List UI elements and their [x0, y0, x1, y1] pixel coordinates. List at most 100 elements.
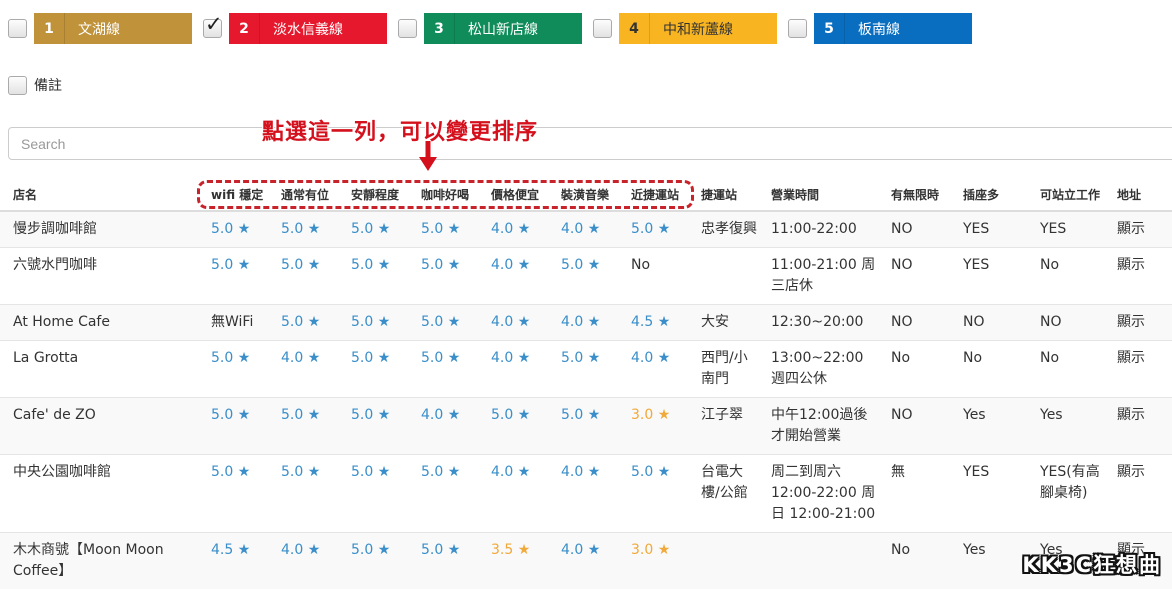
cell-tasty: 5.0 ★	[408, 248, 478, 305]
line-3-name: 松山新店線	[455, 19, 538, 39]
note-checkbox[interactable]	[8, 76, 27, 95]
line-3-number: 3	[424, 13, 455, 44]
cell-socket: YES	[950, 248, 1027, 305]
cell-music: 4.0 ★	[548, 211, 618, 248]
line-5-number: 5	[814, 13, 845, 44]
cell-name: 慢步調咖啡館	[0, 211, 198, 248]
cell-music: 4.0 ★	[548, 305, 618, 341]
cell-socket: No	[950, 341, 1027, 398]
cell-address[interactable]: 顯示	[1104, 455, 1172, 533]
table-row[interactable]: 中央公園咖啡館5.0 ★5.0 ★5.0 ★5.0 ★4.0 ★4.0 ★5.0…	[0, 455, 1172, 533]
line-3-checkbox[interactable]	[398, 19, 417, 38]
cell-quiet: 5.0 ★	[338, 341, 408, 398]
search-input[interactable]	[8, 127, 1172, 160]
cell-quiet: 5.0 ★	[338, 305, 408, 341]
header-socket[interactable]: 插座多	[950, 179, 1027, 211]
line-filter-4[interactable]: 4 中和新蘆線	[593, 13, 777, 44]
table-row[interactable]: 慢步調咖啡館5.0 ★5.0 ★5.0 ★5.0 ★4.0 ★4.0 ★5.0 …	[0, 211, 1172, 248]
line-2-checkbox[interactable]: ✓	[203, 19, 222, 38]
cell-name: La Grotta	[0, 341, 198, 398]
cell-address[interactable]: 顯示	[1104, 398, 1172, 455]
cell-time-limit: No	[878, 341, 950, 398]
cell-address[interactable]: 顯示	[1104, 341, 1172, 398]
cell-tasty: 5.0 ★	[408, 533, 478, 589]
header-time-limit[interactable]: 有無限時	[878, 179, 950, 211]
line-5-name: 板南線	[845, 19, 900, 39]
line-4-badge[interactable]: 4 中和新蘆線	[619, 13, 777, 44]
line-5-checkbox[interactable]	[788, 19, 807, 38]
sort-callout: 點選這一列，可以變更排序	[262, 114, 538, 146]
cell-tasty: 5.0 ★	[408, 305, 478, 341]
line-3-badge[interactable]: 3 松山新店線	[424, 13, 582, 44]
table-row[interactable]: La Grotta5.0 ★4.0 ★5.0 ★5.0 ★4.0 ★5.0 ★4…	[0, 341, 1172, 398]
cell-near-mrt: 4.0 ★	[618, 341, 688, 398]
cell-hours: 中午12:00過後才開始營業	[758, 398, 878, 455]
line-4-number: 4	[619, 13, 650, 44]
cell-standing: YES(有高腳桌椅)	[1027, 455, 1104, 533]
cell-wifi: 5.0 ★	[198, 398, 268, 455]
cell-cheap: 4.0 ★	[478, 305, 548, 341]
line-filter-5[interactable]: 5 板南線	[788, 13, 972, 44]
line-1-name: 文湖線	[65, 19, 120, 39]
header-mrt[interactable]: 捷運站	[688, 179, 758, 211]
cell-wifi: 4.5 ★	[198, 533, 268, 589]
cell-wifi: 無WiFi	[198, 305, 268, 341]
header-hours[interactable]: 營業時間	[758, 179, 878, 211]
cell-near-mrt: 3.0 ★	[618, 533, 688, 589]
cell-music: 5.0 ★	[548, 341, 618, 398]
cell-quiet: 5.0 ★	[338, 398, 408, 455]
cell-mrt	[688, 533, 758, 589]
table-body: 慢步調咖啡館5.0 ★5.0 ★5.0 ★5.0 ★4.0 ★4.0 ★5.0 …	[0, 211, 1172, 589]
table-row[interactable]: At Home Cafe無WiFi5.0 ★5.0 ★5.0 ★4.0 ★4.0…	[0, 305, 1172, 341]
cell-tasty: 4.0 ★	[408, 398, 478, 455]
table-row[interactable]: 木木商號【Moon Moon Coffee】4.5 ★4.0 ★5.0 ★5.0…	[0, 533, 1172, 589]
check-icon: ✓	[205, 14, 223, 35]
cell-near-mrt: No	[618, 248, 688, 305]
line-filter-3[interactable]: 3 松山新店線	[398, 13, 582, 44]
cell-time-limit: NO	[878, 211, 950, 248]
cell-time-limit: No	[878, 533, 950, 589]
cell-standing: NO	[1027, 305, 1104, 341]
cafe-table: 店名 wifi 穩定 通常有位 安靜程度 咖啡好喝 價格便宜 裝潢音樂 近捷運站…	[0, 179, 1172, 589]
cell-seat: 4.0 ★	[268, 341, 338, 398]
line-2-name: 淡水信義線	[260, 19, 343, 39]
line-1-checkbox[interactable]	[8, 19, 27, 38]
cell-wifi: 5.0 ★	[198, 248, 268, 305]
note-toggle[interactable]: 備註	[8, 75, 62, 95]
line-2-number: 2	[229, 13, 260, 44]
cell-name: Cafe' de ZO	[0, 398, 198, 455]
cell-socket: YES	[950, 211, 1027, 248]
line-filter-2[interactable]: ✓ 2 淡水信義線	[203, 13, 387, 44]
cell-address[interactable]: 顯示	[1104, 211, 1172, 248]
line-filter-1[interactable]: 1 文湖線	[8, 13, 192, 44]
cell-mrt: 台電大樓/公館	[688, 455, 758, 533]
cell-hours	[758, 533, 878, 589]
cell-address[interactable]: 顯示	[1104, 305, 1172, 341]
line-1-badge[interactable]: 1 文湖線	[34, 13, 192, 44]
table-row[interactable]: 六號水門咖啡5.0 ★5.0 ★5.0 ★5.0 ★4.0 ★5.0 ★No11…	[0, 248, 1172, 305]
line-4-name: 中和新蘆線	[650, 19, 733, 39]
cell-socket: Yes	[950, 398, 1027, 455]
line-5-badge[interactable]: 5 板南線	[814, 13, 972, 44]
cell-hours: 11:00-21:00 周三店休	[758, 248, 878, 305]
cell-tasty: 5.0 ★	[408, 455, 478, 533]
cell-address[interactable]: 顯示	[1104, 248, 1172, 305]
arrow-down-icon	[419, 141, 437, 171]
cell-seat: 5.0 ★	[268, 248, 338, 305]
cell-tasty: 5.0 ★	[408, 211, 478, 248]
cell-quiet: 5.0 ★	[338, 533, 408, 589]
cell-standing: Yes	[1027, 398, 1104, 455]
cell-time-limit: 無	[878, 455, 950, 533]
table-row[interactable]: Cafe' de ZO5.0 ★5.0 ★5.0 ★4.0 ★5.0 ★5.0 …	[0, 398, 1172, 455]
cell-standing: No	[1027, 248, 1104, 305]
cell-cheap: 4.0 ★	[478, 248, 548, 305]
header-name[interactable]: 店名	[0, 179, 198, 211]
header-address[interactable]: 地址	[1104, 179, 1172, 211]
cell-hours: 13:00~22:00 週四公休	[758, 341, 878, 398]
header-standing[interactable]: 可站立工作	[1027, 179, 1104, 211]
cell-near-mrt: 3.0 ★	[618, 398, 688, 455]
cell-name: At Home Cafe	[0, 305, 198, 341]
line-4-checkbox[interactable]	[593, 19, 612, 38]
line-2-badge[interactable]: 2 淡水信義線	[229, 13, 387, 44]
cell-cheap: 4.0 ★	[478, 211, 548, 248]
